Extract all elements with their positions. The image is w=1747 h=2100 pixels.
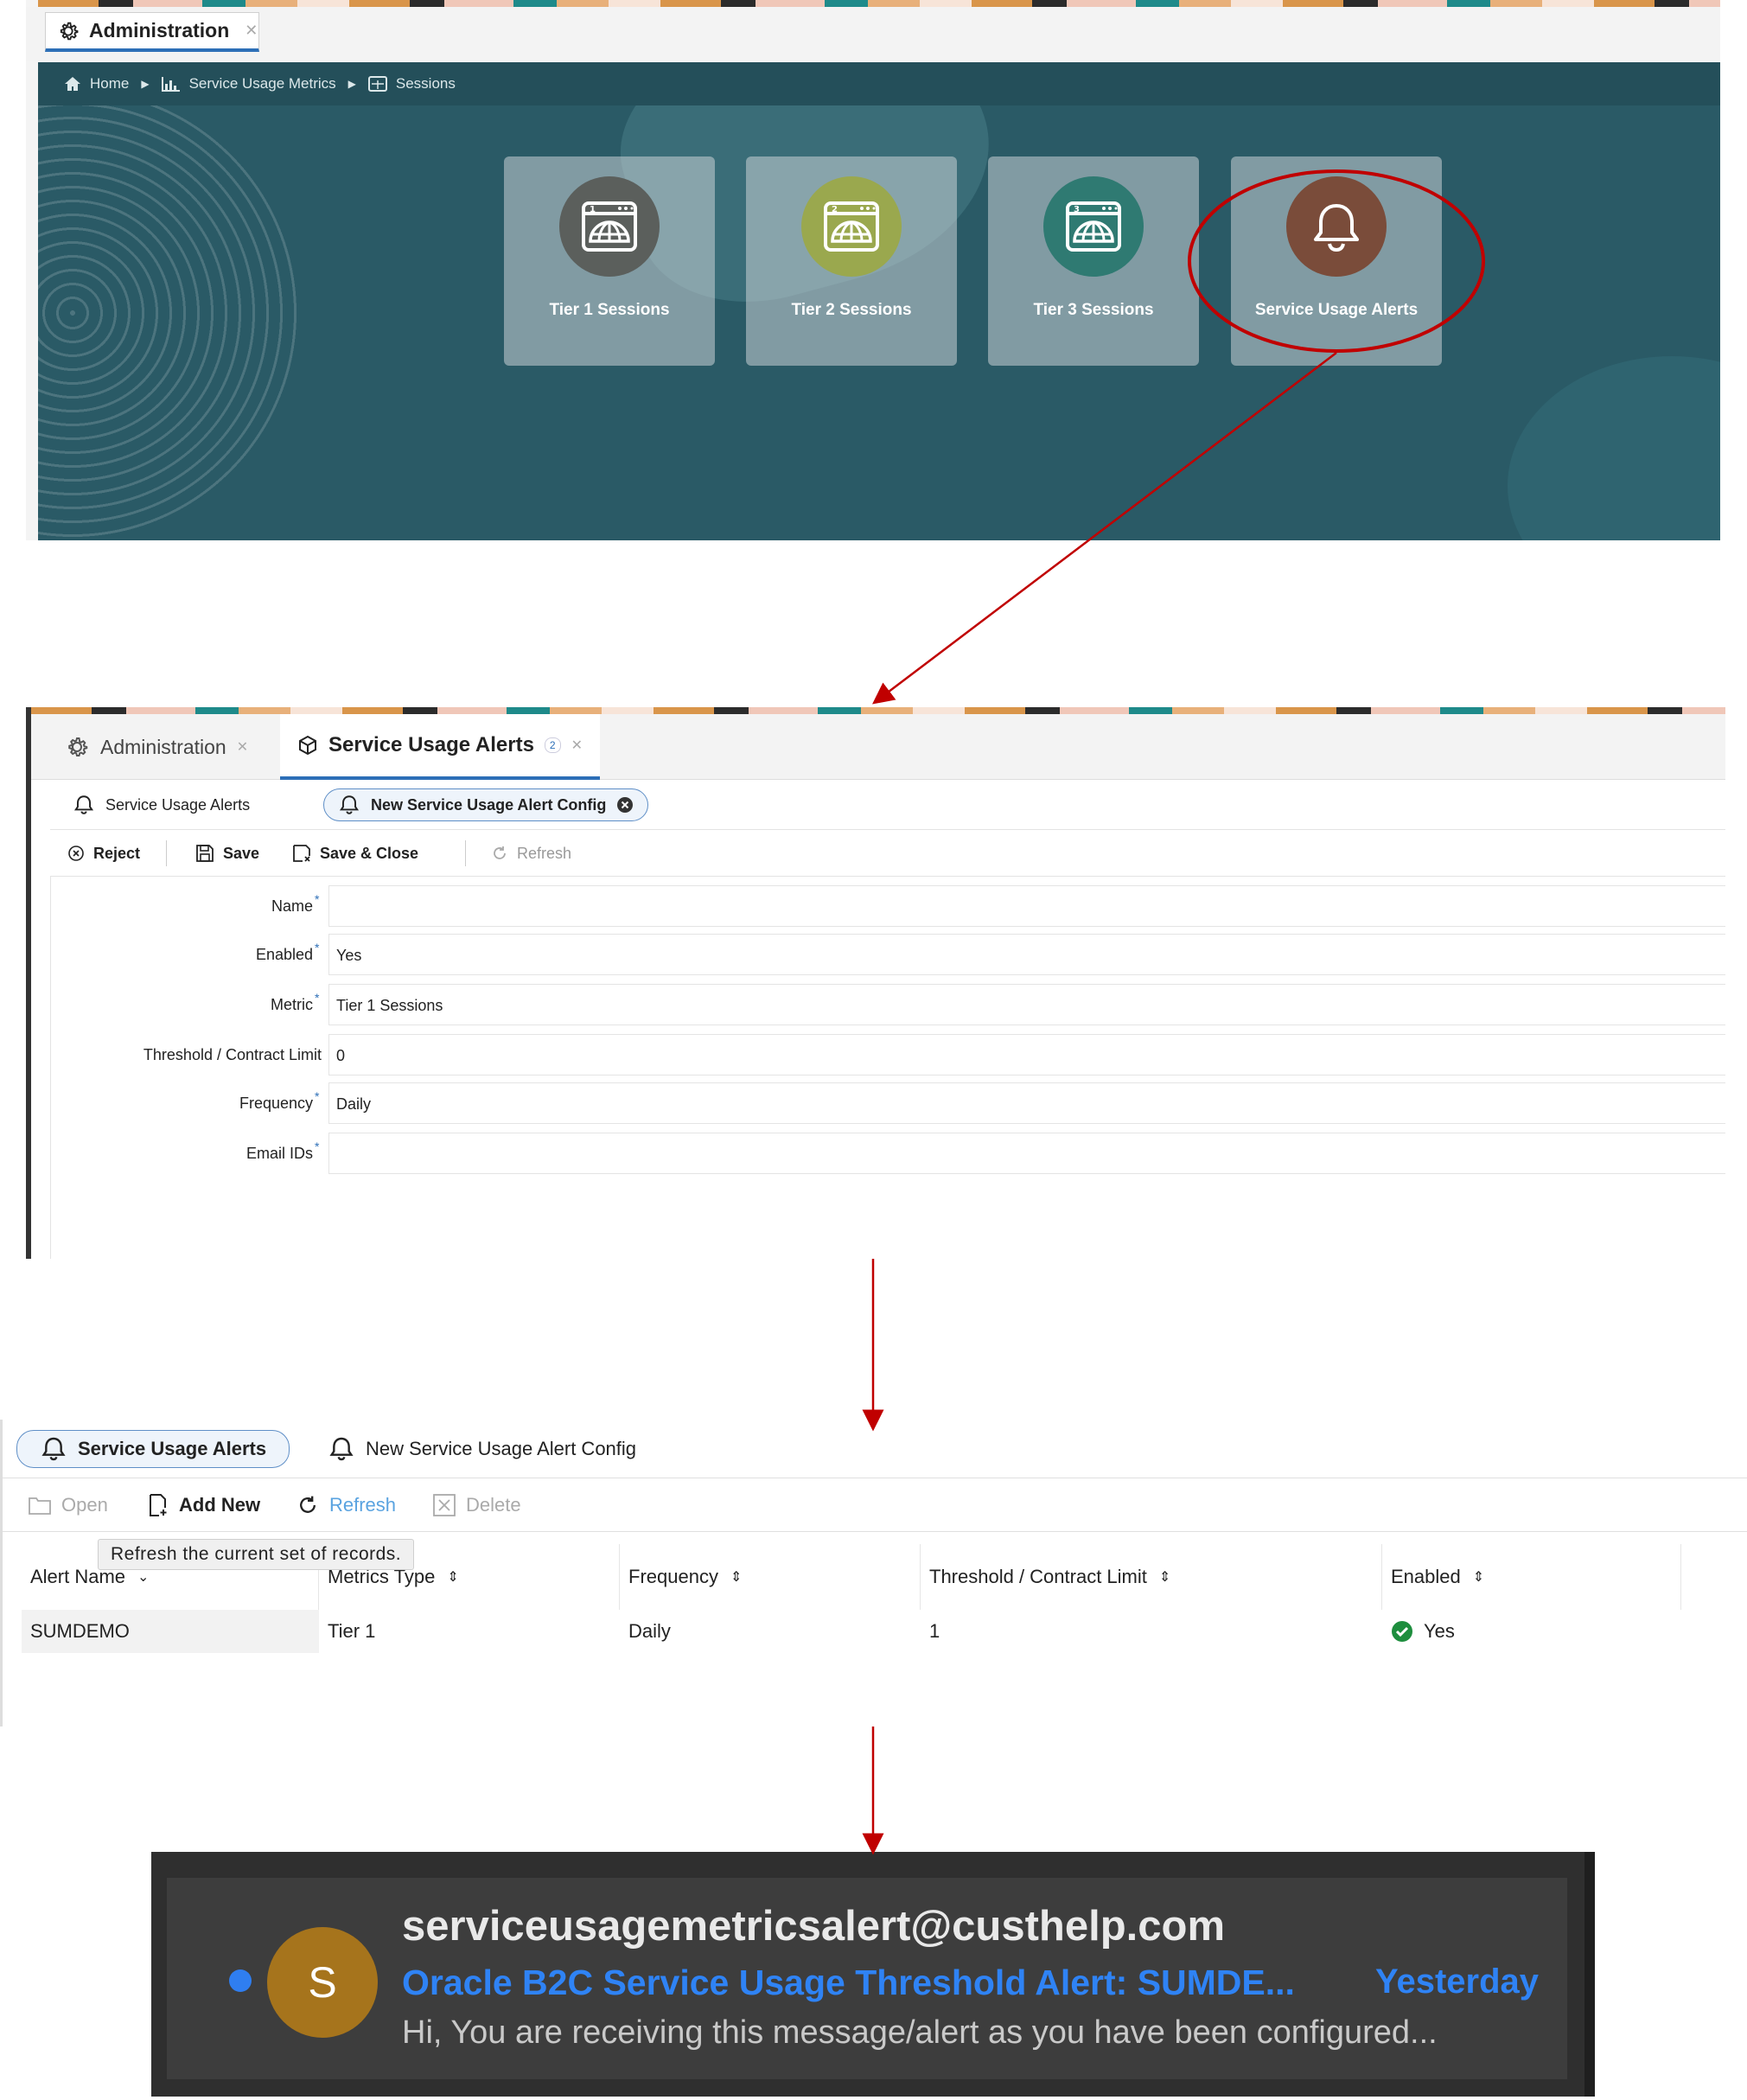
flow-arrow [872,352,1337,705]
highlight-ellipse [1188,169,1485,353]
annotation-overlay [862,169,1485,1855]
